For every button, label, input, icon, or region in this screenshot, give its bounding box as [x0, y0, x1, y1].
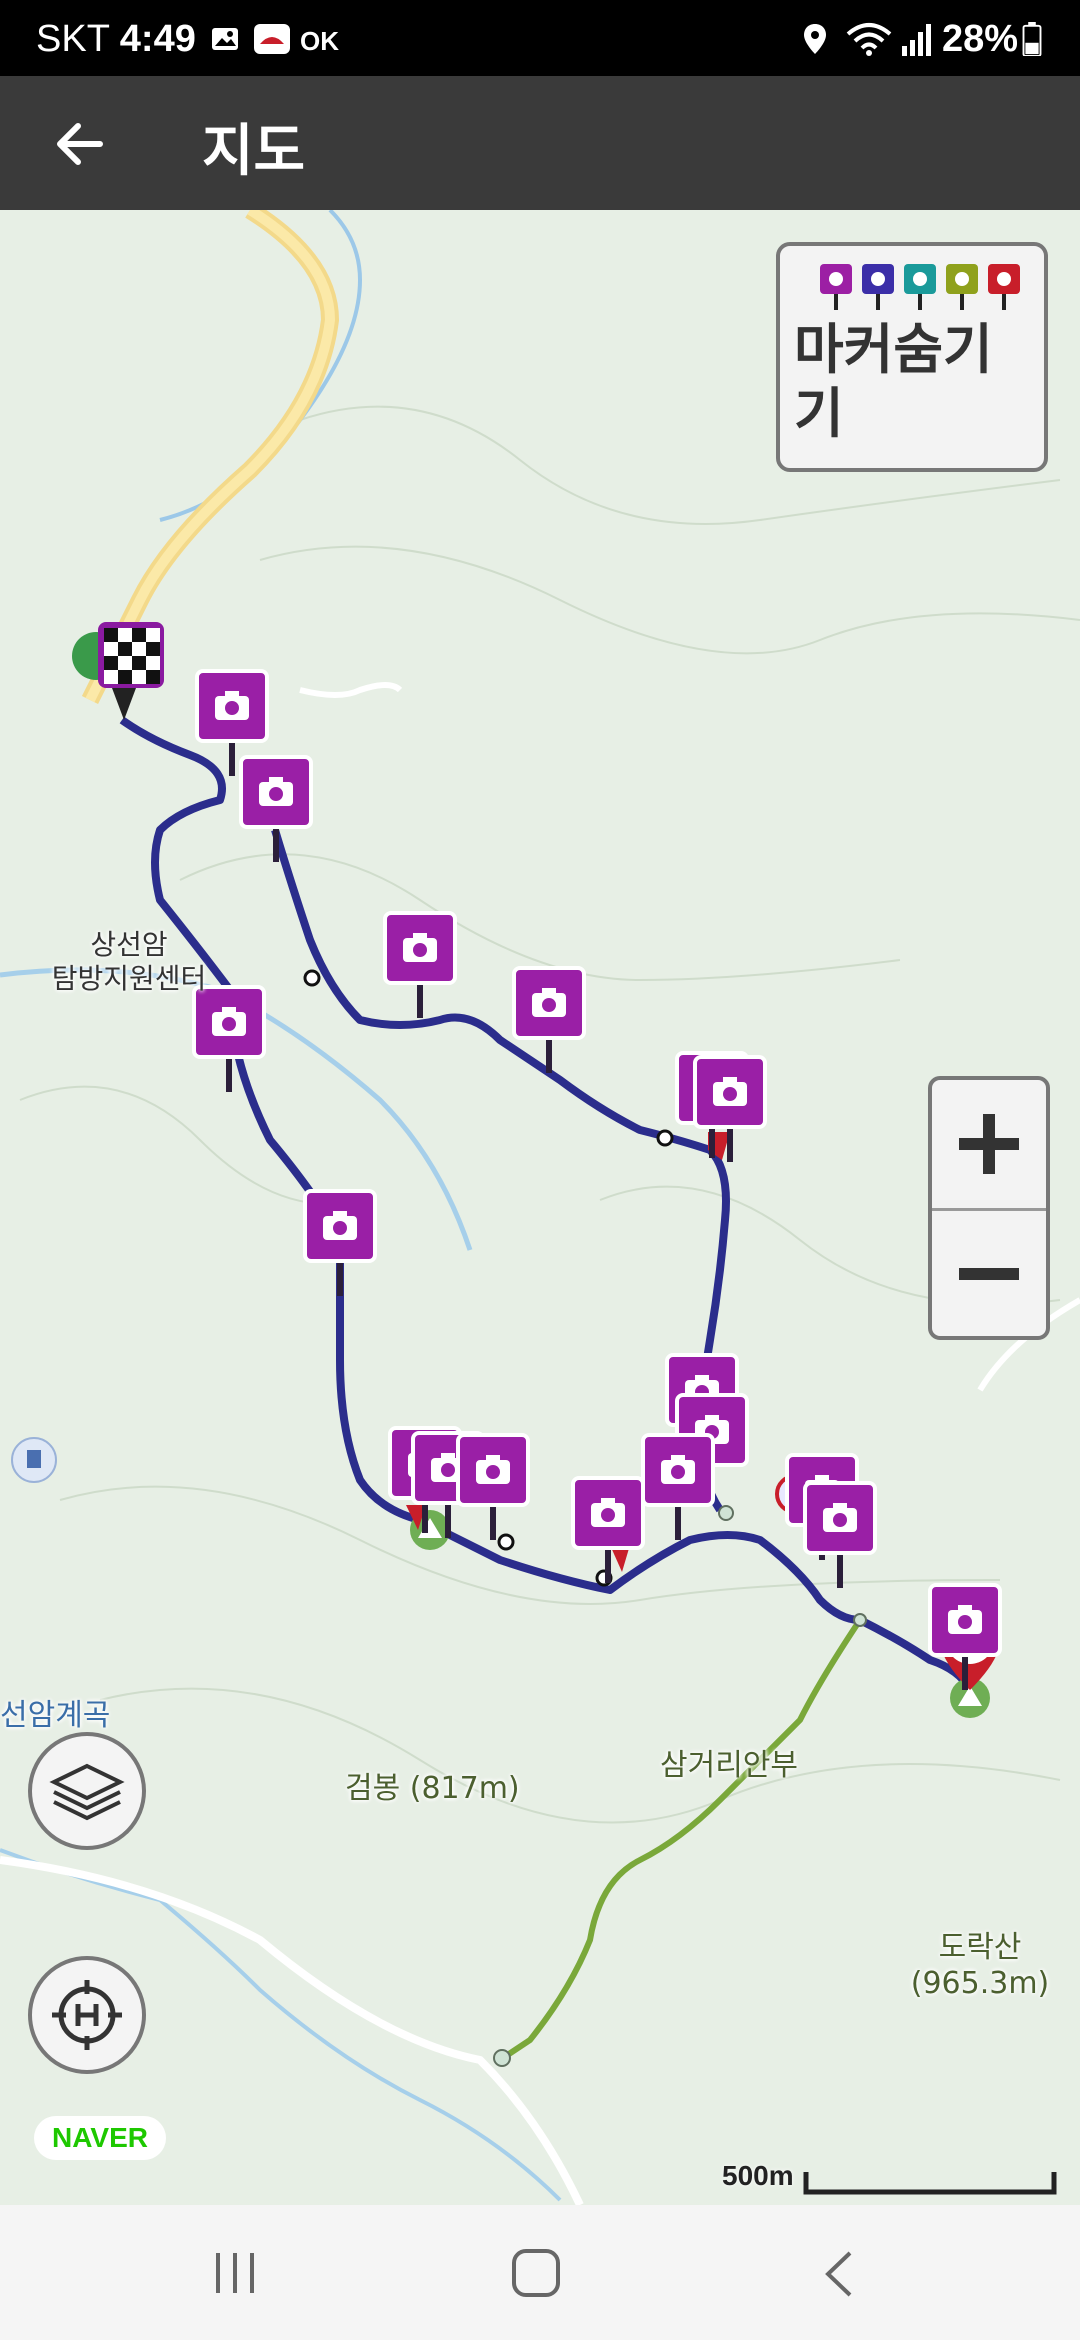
status-bar: SKT 4:49 OK 28%: [0, 0, 1080, 76]
ok-indicator: OK: [300, 26, 339, 56]
wifi-icon: [846, 23, 892, 56]
app-bar: 지도: [0, 76, 1080, 210]
carrier: SKT: [36, 18, 110, 60]
location-icon: [804, 24, 826, 54]
valley-label: 선암계곡: [0, 1698, 111, 1733]
crosshair-icon: [52, 1980, 122, 2050]
clock: 4:49: [119, 18, 196, 60]
trail-marker-icon: [493, 2049, 511, 2067]
peak-label-gumbong: 검봉 (817m): [345, 1771, 520, 1806]
minus-icon: [959, 1268, 1019, 1280]
gallery-icon: [212, 28, 238, 50]
scale-bar: 500m: [722, 2160, 1062, 2202]
marker-type-icons: [820, 264, 1020, 310]
hide-markers-button[interactable]: 마커숨기기: [776, 242, 1048, 472]
page-title: 지도: [202, 119, 306, 184]
back-nav-icon[interactable]: [820, 2249, 860, 2299]
recent-apps-icon[interactable]: [210, 2249, 260, 2299]
signal-icon: [902, 24, 931, 56]
zoom-out-button[interactable]: [932, 1210, 1046, 1338]
map-view[interactable]: 상선암 탐방지원센터 선암계곡 검봉 (817m) 삼거리안부 도락산 (965…: [0, 210, 1080, 2205]
back-arrow-icon[interactable]: [48, 112, 112, 176]
map-canvas: [0, 210, 1080, 2205]
my-location-button[interactable]: [28, 1956, 146, 2074]
battery-icon: [1022, 22, 1042, 56]
home-icon[interactable]: [510, 2247, 564, 2301]
poi-icon: [11, 1437, 57, 1483]
hide-markers-label: 마커숨기기: [794, 318, 993, 445]
zoom-in-button[interactable]: [932, 1080, 1046, 1211]
junction-label: 삼거리안부: [660, 1748, 798, 1783]
scale-label: 500m: [722, 2160, 794, 2191]
system-nav-bar: [0, 2205, 1080, 2340]
scale-line: [803, 2172, 1057, 2195]
plus-icon: [959, 1114, 1019, 1174]
layers-button[interactable]: [28, 1732, 146, 1850]
layers-icon: [49, 1763, 125, 1821]
battery-percent: 28%: [941, 18, 1018, 60]
peak-label-dorak: 도락산 (965.3m): [910, 1930, 1050, 2001]
naver-logo: NAVER: [34, 2116, 166, 2160]
app-notification-icon: [254, 24, 290, 54]
start-label: 상선암 탐방지원센터: [51, 928, 207, 995]
zoom-control: [928, 1076, 1050, 1340]
